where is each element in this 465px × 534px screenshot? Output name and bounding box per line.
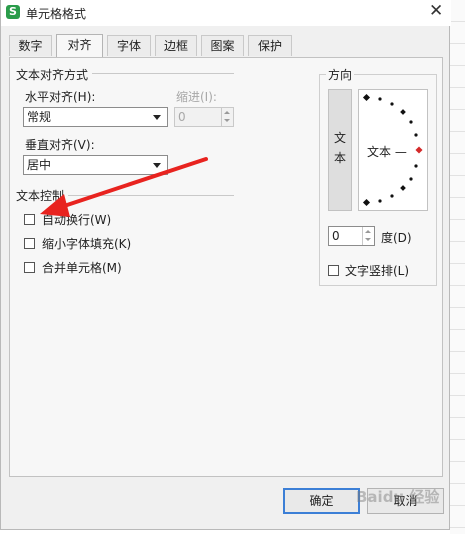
annotation-arrow-icon [40, 157, 208, 217]
watermark: Baidu 经验 [356, 488, 440, 506]
